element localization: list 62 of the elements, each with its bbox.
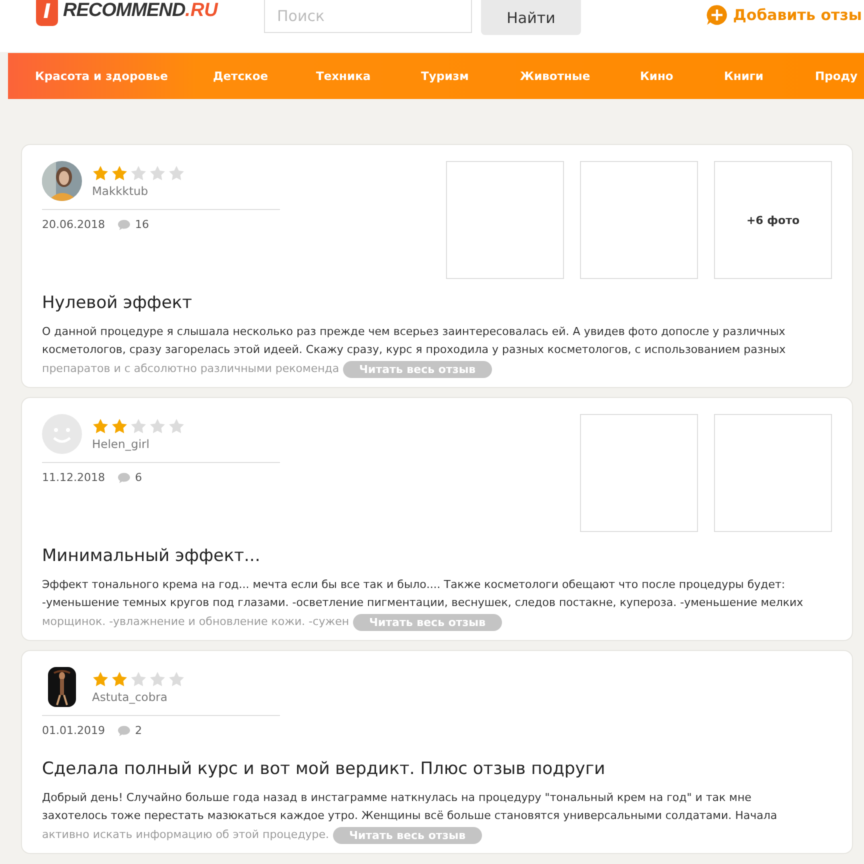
comment-icon bbox=[116, 472, 131, 484]
username-link[interactable]: Makkktub bbox=[92, 184, 185, 198]
category-link[interactable]: Кино bbox=[640, 69, 724, 83]
category-link[interactable]: Проду bbox=[815, 69, 858, 83]
photo-thumbnail[interactable] bbox=[714, 414, 832, 532]
star-icon bbox=[168, 670, 185, 688]
star-icon bbox=[92, 670, 109, 688]
search-field[interactable]: Поиск bbox=[264, 0, 472, 33]
username-link[interactable]: Astuta_cobra bbox=[92, 690, 185, 704]
review-text: морщинок. -увлажнение и обновление кожи. -сужен bbox=[42, 614, 350, 630]
photo-thumbnail[interactable] bbox=[580, 414, 698, 532]
more-photos-link[interactable]: +6 фото bbox=[714, 161, 832, 279]
star-icon bbox=[130, 670, 147, 688]
comment-count: 2 bbox=[134, 724, 142, 737]
review-title[interactable]: Сделала полный курс и вот мой вердикт. Плюс отзыв подруги bbox=[42, 759, 832, 779]
review-date: 01.01.2019 bbox=[42, 724, 105, 737]
logo-text[interactable]: RECOMMEND bbox=[63, 0, 186, 22]
read-more-button[interactable]: Читать весь отзыв bbox=[353, 614, 502, 630]
username-link[interactable]: Helen_girl bbox=[92, 436, 185, 450]
star-icon bbox=[92, 418, 109, 434]
star-icon bbox=[111, 670, 128, 688]
star-icon bbox=[130, 418, 147, 434]
comment-icon bbox=[116, 724, 131, 736]
star-icon bbox=[149, 164, 166, 182]
star-icon bbox=[149, 418, 166, 434]
logo-domain[interactable]: .RU bbox=[185, 0, 218, 22]
star-icon bbox=[111, 418, 128, 434]
category-link[interactable]: Детское bbox=[213, 69, 316, 83]
review-text: Эффект тонального крема на год... мечта если бы все так и было.... Также косметологи обещают что после процедуры будет: bbox=[42, 577, 786, 593]
comment-count: 6 bbox=[134, 471, 142, 484]
review-text: О данной процедуре я слышала несколько раз прежде чем всерьез заинтересовалась ей. А увидев фото допосле у различных bbox=[42, 324, 786, 340]
add-review-link[interactable]: Добавить отзы bbox=[706, 4, 862, 26]
comment-count: 16 bbox=[134, 218, 149, 231]
photo-thumbnail[interactable] bbox=[446, 161, 564, 279]
photo-thumbnail[interactable] bbox=[580, 161, 698, 279]
review-text: захотелось тоже перестать мазюкаться каждое утро. Женщины всё больше становятся универсальными солдатами. Начала bbox=[42, 808, 778, 824]
category-link[interactable]: Техника bbox=[316, 69, 421, 83]
review-title[interactable]: Минимальный эффект... bbox=[42, 546, 832, 566]
review-date: 20.06.2018 bbox=[42, 218, 105, 231]
review-title[interactable]: Нулевой эффект bbox=[42, 293, 832, 313]
review-text: -уменьшение темных кругов под глазами. -осветление пигментации, веснушек, следов постакне, купероза. -уменьшение мелких bbox=[42, 595, 804, 611]
review-text: препаратов и с абсолютно различными рекоменда bbox=[42, 361, 340, 377]
star-icon bbox=[149, 670, 166, 688]
star-icon bbox=[168, 418, 185, 434]
review-text: Добрый день! Случайно больше года назад в инстаграмме наткнулась на процедуру "тональный крем на год" и так мне bbox=[42, 790, 752, 806]
review-date: 11.12.2018 bbox=[42, 471, 105, 484]
review-text: косметологов, сразу загорелась этой идеей. Скажу сразу, курс я проходила у разных косметологов, с использованием разных bbox=[42, 342, 786, 358]
star-icon bbox=[130, 164, 147, 182]
logo-mark[interactable]: I bbox=[36, 0, 58, 26]
category-link[interactable]: Туризм bbox=[421, 69, 520, 83]
star-icon bbox=[111, 164, 128, 182]
read-more-button[interactable]: Читать весь отзыв bbox=[343, 360, 492, 378]
plus-icon bbox=[706, 4, 728, 26]
read-more-button[interactable]: Читать весь отзыв bbox=[333, 826, 482, 844]
review-text: активно искать информацию об этой процедуре. bbox=[42, 827, 330, 843]
star-icon bbox=[92, 164, 109, 182]
category-link[interactable]: Красота и здоровье bbox=[35, 69, 213, 83]
search-button[interactable]: Найти bbox=[481, 0, 581, 35]
comment-icon bbox=[116, 218, 131, 230]
category-link[interactable]: Животные bbox=[520, 69, 640, 83]
category-link[interactable]: Книги bbox=[724, 69, 815, 83]
star-icon bbox=[168, 164, 185, 182]
